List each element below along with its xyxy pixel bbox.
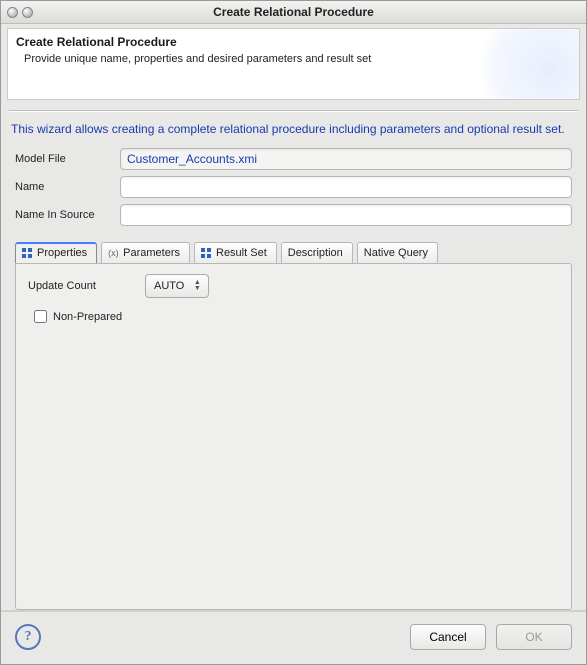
- tab-label: Native Query: [364, 247, 428, 259]
- model-file-field: Customer_Accounts.xmi: [120, 148, 572, 170]
- parameters-icon: (x): [108, 248, 118, 258]
- tabs-container: Properties (x) Parameters Result Set Des…: [15, 242, 572, 610]
- name-in-source-label: Name In Source: [15, 209, 120, 221]
- properties-icon: [22, 248, 32, 258]
- row-update-count: Update Count AUTO ▲▼: [28, 274, 559, 298]
- result-set-icon: [201, 248, 211, 258]
- name-in-source-input[interactable]: [120, 204, 572, 226]
- row-non-prepared: Non-Prepared: [28, 310, 559, 323]
- tab-strip: Properties (x) Parameters Result Set Des…: [15, 242, 572, 263]
- update-count-value: AUTO: [154, 280, 184, 292]
- tab-label: Parameters: [123, 247, 180, 259]
- tab-label: Properties: [37, 247, 87, 259]
- header-panel: Create Relational Procedure Provide uniq…: [7, 28, 580, 100]
- wizard-description: This wizard allows creating a complete r…: [1, 112, 586, 148]
- dialog-window: Create Relational Procedure Create Relat…: [0, 0, 587, 665]
- non-prepared-checkbox[interactable]: [34, 310, 47, 323]
- tab-result-set[interactable]: Result Set: [194, 242, 277, 263]
- model-file-label: Model File: [15, 153, 120, 165]
- ok-button[interactable]: OK: [496, 624, 572, 650]
- tab-parameters[interactable]: (x) Parameters: [101, 242, 190, 263]
- footer: ? Cancel OK: [1, 610, 586, 664]
- cancel-button[interactable]: Cancel: [410, 624, 486, 650]
- header-title: Create Relational Procedure: [16, 35, 571, 49]
- non-prepared-label: Non-Prepared: [53, 311, 122, 323]
- titlebar: Create Relational Procedure: [1, 1, 586, 24]
- spinner-icon: ▲▼: [190, 280, 204, 292]
- tab-description[interactable]: Description: [281, 242, 353, 263]
- footer-buttons: Cancel OK: [410, 624, 572, 650]
- tab-label: Description: [288, 247, 343, 259]
- header-subtitle: Provide unique name, properties and desi…: [16, 49, 571, 65]
- tab-properties[interactable]: Properties: [15, 242, 97, 263]
- update-count-select[interactable]: AUTO ▲▼: [145, 274, 209, 298]
- tab-label: Result Set: [216, 247, 267, 259]
- properties-panel: Update Count AUTO ▲▼ Non-Prepared: [15, 263, 572, 610]
- name-label: Name: [15, 181, 120, 193]
- row-name-in-source: Name In Source: [15, 204, 572, 226]
- row-name: Name: [15, 176, 572, 198]
- window-title: Create Relational Procedure: [1, 5, 586, 19]
- form-area: Model File Customer_Accounts.xmi Name Na…: [1, 148, 586, 236]
- row-model-file: Model File Customer_Accounts.xmi: [15, 148, 572, 170]
- name-input[interactable]: [120, 176, 572, 198]
- help-icon[interactable]: ?: [15, 624, 41, 650]
- update-count-label: Update Count: [28, 280, 133, 292]
- tab-native-query[interactable]: Native Query: [357, 242, 438, 263]
